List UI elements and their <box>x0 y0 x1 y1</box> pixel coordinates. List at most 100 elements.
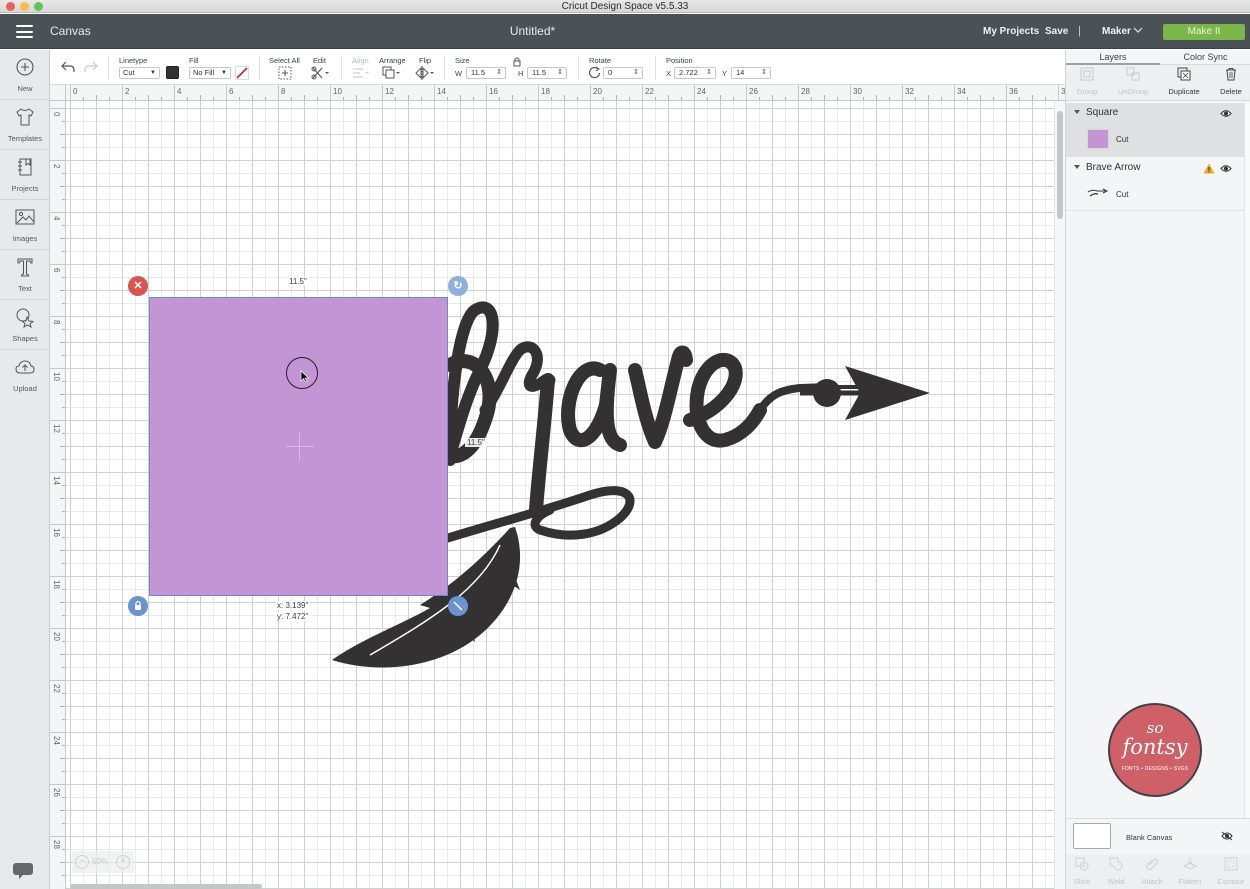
scrollbar-thumb[interactable] <box>1057 111 1063 219</box>
collapse-triangle-icon[interactable] <box>1074 165 1080 169</box>
fill-select[interactable]: No Fill ▼ <box>189 67 231 79</box>
ruler-label: 20 <box>593 87 602 96</box>
delete-button[interactable]: Delete <box>1208 67 1250 96</box>
eye-icon[interactable] <box>1220 109 1232 118</box>
contour-button[interactable]: Contour <box>1213 857 1249 886</box>
eye-icon[interactable] <box>1220 164 1232 173</box>
weld-button[interactable]: Weld <box>1098 857 1134 886</box>
layer-actions: Group UnGroup Duplicate Delete <box>1066 65 1250 101</box>
duplicate-button[interactable]: Duplicate <box>1161 67 1207 96</box>
lock-icon[interactable] <box>512 57 522 67</box>
select-all-icon[interactable] <box>278 66 292 80</box>
sidebar-item-upload[interactable]: Upload <box>0 350 50 400</box>
layer-header[interactable]: Square <box>1066 103 1244 125</box>
layer-item[interactable]: Cut <box>1066 127 1244 153</box>
linetype-color-swatch[interactable] <box>166 66 179 79</box>
sidebar-item-label: New <box>17 84 33 93</box>
rotate-icon: ↻ <box>453 280 463 292</box>
machine-select[interactable]: Maker <box>1102 26 1131 37</box>
linetype-select[interactable]: Cut ▼ <box>119 67 160 79</box>
height-input[interactable]: 11.5 ⇕ <box>527 67 567 79</box>
flip-label: Flip <box>419 56 432 65</box>
ruler-label: 26 <box>749 87 758 96</box>
sidebar-item-new[interactable]: New <box>0 50 50 100</box>
contour-icon <box>1224 857 1238 871</box>
layer-item[interactable]: Cut <box>1066 182 1244 208</box>
trash-icon <box>1226 68 1236 81</box>
arrange-label: Arrange <box>379 56 406 65</box>
ruler-major-tick <box>486 85 487 100</box>
ruler-major-tick <box>642 85 643 100</box>
sidebar-item-label: Upload <box>13 384 37 393</box>
eye-hidden-icon[interactable] <box>1221 831 1233 841</box>
ruler-major-tick <box>50 784 65 785</box>
ruler-major-tick <box>50 108 65 109</box>
my-projects-link[interactable]: My Projects <box>983 26 1039 37</box>
ruler-label: 26 <box>52 788 61 797</box>
flip-icon[interactable] <box>415 66 435 80</box>
sidebar-item-text[interactable]: Text <box>0 250 50 300</box>
ruler-major-tick <box>50 680 65 681</box>
layer-header[interactable]: Brave Arrow <box>1066 158 1244 180</box>
selected-square-shape[interactable] <box>149 297 448 596</box>
flatten-button[interactable]: Flatten <box>1172 857 1208 886</box>
center-crosshair <box>299 433 300 461</box>
rotate-handle[interactable]: ↻ <box>448 276 468 296</box>
tab-color-sync[interactable]: Color Sync <box>1160 50 1250 65</box>
left-sidebar: New Templates Projects Images Text Shape… <box>0 50 50 889</box>
upload-cloud-icon <box>15 360 35 374</box>
sidebar-item-projects[interactable]: Projects <box>0 150 50 200</box>
undo-icon[interactable] <box>60 60 76 74</box>
delete-handle[interactable]: ✕ <box>128 276 148 296</box>
zoom-in-button[interactable]: + <box>116 855 130 869</box>
width-input[interactable]: 11.5 ⇕ <box>466 67 506 79</box>
ruler-label: 20 <box>52 632 61 641</box>
ruler-major-tick <box>1006 85 1007 100</box>
lock-handle[interactable] <box>128 596 148 616</box>
ruler-label: 8 <box>281 87 286 96</box>
layers-scroll-track <box>1244 103 1250 818</box>
chat-bubble-icon[interactable] <box>12 862 34 880</box>
redo-icon[interactable] <box>83 60 99 74</box>
ruler-label: 6 <box>229 87 234 96</box>
position-x-input[interactable]: 2.722 ⇕ <box>674 67 716 79</box>
slice-button[interactable]: Slice <box>1064 857 1100 886</box>
sidebar-item-images[interactable]: Images <box>0 200 50 250</box>
zoom-out-button[interactable]: − <box>75 855 89 869</box>
width-dimension-label: 11.5" <box>287 277 309 286</box>
sidebar-item-shapes[interactable]: Shapes <box>0 300 50 350</box>
make-it-button[interactable]: Make It <box>1163 24 1245 40</box>
paperclip-icon <box>1146 858 1159 870</box>
watermark-line3: FONTS • DESIGNS • SVGS <box>1121 766 1189 772</box>
layer-group-brave-arrow[interactable]: Brave Arrow Cut <box>1066 158 1244 210</box>
ruler-major-tick <box>50 264 65 265</box>
position-y-input[interactable]: 14 ⇕ <box>731 67 771 79</box>
rotate-input[interactable]: 0 ⇕ <box>603 67 643 79</box>
arrange-icon[interactable] <box>382 66 402 80</box>
collapse-triangle-icon[interactable] <box>1074 110 1080 114</box>
no-fill-slash-icon[interactable] <box>235 66 249 80</box>
save-link[interactable]: Save <box>1045 26 1068 37</box>
vertical-scrollbar[interactable] <box>1054 101 1065 889</box>
chevron-down-icon[interactable] <box>1133 26 1143 34</box>
align-icon[interactable] <box>352 66 370 80</box>
y-label: Y <box>722 69 728 78</box>
coords-y-label: y: 7.472" <box>275 612 311 621</box>
ungroup-button[interactable]: UnGroup <box>1110 67 1156 96</box>
edit-label: Edit <box>313 56 326 65</box>
blank-canvas-swatch[interactable] <box>1073 823 1111 849</box>
attach-button[interactable]: Attach <box>1134 857 1170 886</box>
weld-icon <box>1109 857 1123 871</box>
tab-layers[interactable]: Layers <box>1066 50 1160 65</box>
sidebar-item-templates[interactable]: Templates <box>0 100 50 150</box>
layer-group-square[interactable]: Square Cut <box>1066 103 1244 157</box>
layer-item-label: Cut <box>1116 190 1129 199</box>
ruler-major-tick <box>50 160 65 161</box>
group-button[interactable]: Group <box>1064 67 1110 96</box>
ruler-label: 2 <box>125 87 130 96</box>
edit-scissors-icon[interactable] <box>311 66 331 80</box>
resize-handle[interactable] <box>448 596 468 616</box>
horizontal-scrollbar-thumb[interactable] <box>70 884 262 889</box>
warning-icon[interactable] <box>1203 163 1215 174</box>
ruler-major-tick <box>434 85 435 100</box>
